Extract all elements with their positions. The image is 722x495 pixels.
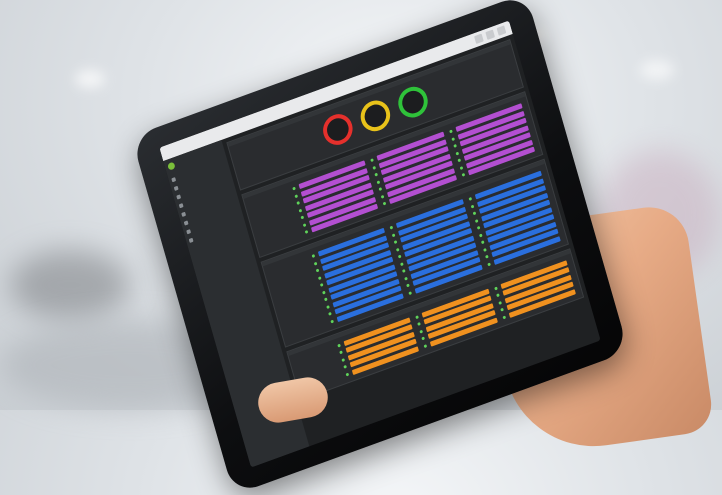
status-dot-icon [378, 187, 383, 191]
status-dot-icon [499, 307, 504, 312]
nav-icon [178, 202, 184, 208]
status-dot-icon [394, 240, 398, 244]
status-dot-icon [455, 151, 459, 156]
status-dot-icon [326, 304, 330, 309]
status-dot-icon [495, 293, 500, 298]
minimize-icon[interactable] [474, 33, 484, 45]
status-dot-icon [408, 290, 413, 295]
status-dot-icon [502, 315, 506, 320]
status-dot-icon [457, 158, 461, 163]
status-dot-icon [461, 172, 465, 177]
status-dot-icon [417, 321, 422, 326]
status-dot-icon [419, 329, 424, 334]
status-dot-icon [330, 319, 334, 324]
status-dot-icon [376, 179, 381, 184]
status-gauge [319, 109, 357, 150]
status-dot-icon [484, 254, 489, 259]
nav-icon [173, 185, 179, 191]
nav-icon [188, 237, 194, 243]
status-dot-icon [372, 165, 377, 170]
status-dot-icon [298, 208, 303, 213]
status-dot-icon [476, 225, 481, 230]
status-dot-icon [337, 343, 341, 348]
status-dot-icon [341, 357, 345, 362]
status-dot-icon [374, 172, 379, 177]
status-dot-icon [486, 262, 491, 267]
status-dot-icon [319, 282, 324, 287]
status-dot-icon [328, 311, 332, 316]
status-dot-icon [459, 165, 463, 170]
status-dot-icon [493, 286, 498, 291]
logo-icon [167, 161, 176, 171]
status-dot-icon [423, 343, 428, 348]
status-gauge [357, 96, 394, 136]
status-dot-icon [304, 229, 309, 234]
status-dot-icon [421, 336, 426, 341]
status-dot-icon [380, 194, 385, 199]
status-dot-icon [497, 300, 502, 305]
nav-icon [186, 228, 191, 234]
background-furniture [10, 250, 130, 320]
status-dot-icon [321, 290, 326, 295]
status-dot-icon [406, 283, 411, 288]
nav-icon [171, 176, 177, 182]
ceiling-light [75, 70, 105, 88]
status-dot-icon [292, 186, 296, 191]
status-dot-icon [415, 314, 420, 319]
status-dot-icon [339, 350, 343, 355]
status-gauge [394, 82, 432, 122]
nav-icon [176, 193, 181, 200]
status-dot-icon [296, 201, 301, 205]
status-dot-icon [448, 129, 453, 134]
status-dot-icon [480, 240, 485, 245]
nav-icon [181, 211, 186, 217]
status-dot-icon [302, 222, 307, 227]
close-icon[interactable] [496, 25, 507, 36]
status-dot-icon [400, 261, 404, 266]
nav-icon [183, 219, 189, 226]
status-dot-icon [324, 297, 328, 302]
status-dot-icon [300, 215, 305, 220]
status-dot-icon [452, 144, 457, 148]
maximize-icon[interactable] [485, 29, 496, 40]
status-dot-icon [398, 254, 402, 259]
status-dot-icon [311, 254, 316, 258]
status-dot-icon [382, 201, 387, 206]
status-dot-icon [472, 211, 476, 216]
status-dot-icon [404, 276, 409, 281]
status-dot-icon [470, 204, 474, 209]
status-dot-icon [370, 158, 375, 163]
status-dot-icon [315, 268, 320, 273]
status-dot-icon [317, 275, 322, 280]
status-dot-icon [474, 218, 479, 223]
status-dot-icon [478, 233, 483, 238]
status-dot-icon [468, 197, 472, 201]
status-dot-icon [450, 136, 455, 141]
status-dot-icon [345, 372, 350, 377]
status-dot-icon [343, 364, 347, 369]
status-dot-icon [482, 247, 487, 252]
status-dot-icon [313, 261, 318, 266]
ceiling-light [640, 60, 674, 80]
status-dot-icon [391, 232, 396, 237]
status-dot-icon [294, 193, 298, 198]
status-dot-icon [396, 247, 400, 252]
status-dot-icon [389, 225, 394, 230]
status-dot-icon [402, 268, 406, 273]
